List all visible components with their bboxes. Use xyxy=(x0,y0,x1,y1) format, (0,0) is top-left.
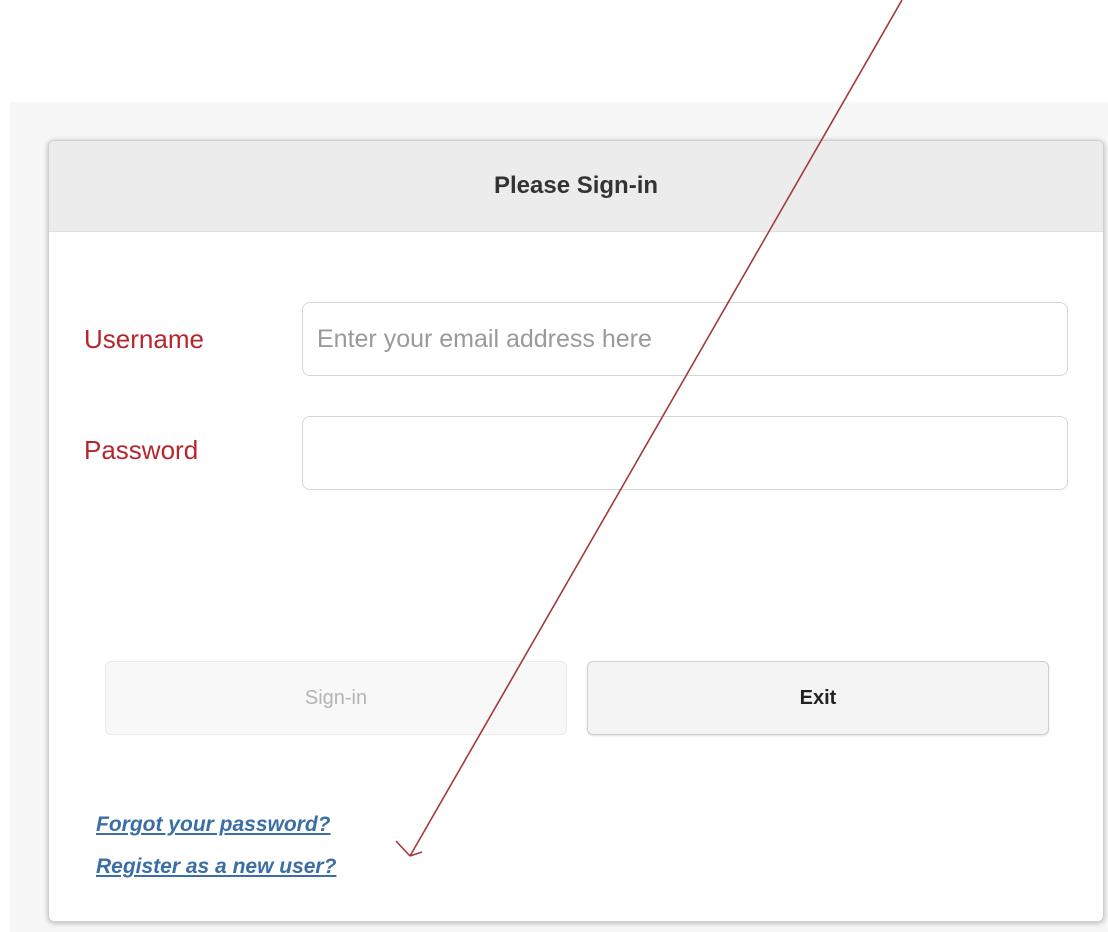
register-link[interactable]: Register as a new user? xyxy=(96,855,336,879)
password-input[interactable] xyxy=(302,416,1068,490)
forgot-password-link[interactable]: Forgot your password? xyxy=(96,813,331,837)
panel-title: Please Sign-in xyxy=(493,172,659,199)
sign-in-button[interactable]: Sign-in xyxy=(105,661,567,735)
exit-button[interactable]: Exit xyxy=(587,661,1049,735)
panel-header: Please Sign-in xyxy=(49,141,1103,232)
sign-in-panel: Please Sign-in Username Password Sign-in… xyxy=(48,140,1104,922)
username-label: Username xyxy=(84,324,204,354)
password-label: Password xyxy=(84,435,199,465)
username-input[interactable] xyxy=(302,302,1068,376)
